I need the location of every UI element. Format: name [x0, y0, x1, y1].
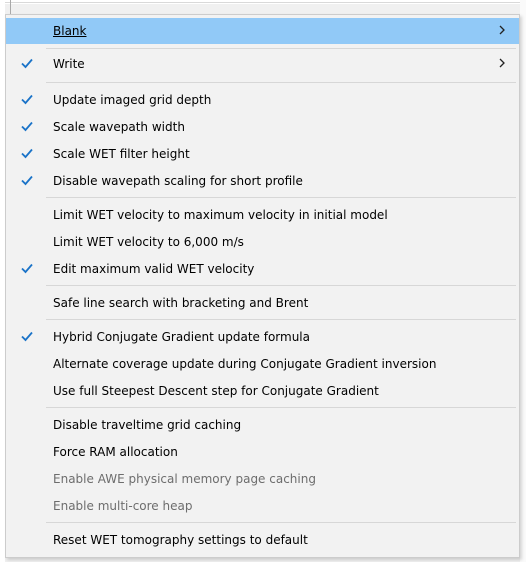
menu-item-scale-wet-filter-height[interactable]: Scale WET filter height	[6, 141, 519, 167]
menu-item-scale-wavepath-width[interactable]: Scale wavepath width	[6, 114, 519, 140]
menu-separator	[46, 285, 516, 286]
menu-item-label: Disable wavepath scaling for short profi…	[53, 174, 303, 188]
menu-item-label: Blank	[53, 24, 86, 38]
menu-item-disable-traveltime-grid-caching[interactable]: Disable traveltime grid caching	[6, 412, 519, 438]
menu-item-edit-maximum-valid-wet-velocity[interactable]: Edit maximum valid WET velocity	[6, 256, 519, 282]
menu-item-label: Force RAM allocation	[53, 445, 178, 459]
context-menu: Blank Write Update imaged grid depth Sca…	[5, 14, 520, 558]
chevron-right-icon	[499, 58, 505, 68]
menu-item-write[interactable]: Write	[6, 51, 519, 77]
menu-item-enable-awe-page-caching: Enable AWE physical memory page caching	[6, 466, 519, 492]
menu-item-force-ram-allocation[interactable]: Force RAM allocation	[6, 439, 519, 465]
menu-separator	[46, 48, 516, 49]
menu-item-label: Edit maximum valid WET velocity	[53, 262, 255, 276]
menu-item-blank[interactable]: Blank	[6, 18, 519, 44]
menu-item-limit-wet-velocity-initial-model[interactable]: Limit WET velocity to maximum velocity i…	[6, 202, 519, 228]
label-text: Blank	[53, 24, 87, 38]
menu-separator	[46, 407, 516, 408]
menu-separator	[46, 82, 516, 83]
menu-separator	[46, 522, 516, 523]
check-icon	[21, 175, 33, 186]
check-icon	[21, 58, 33, 69]
menu-item-enable-multi-core-heap: Enable multi-core heap	[6, 493, 519, 519]
menu-item-reset-wet-settings[interactable]: Reset WET tomography settings to default	[6, 527, 519, 553]
check-icon	[21, 263, 33, 274]
chevron-right-icon	[499, 25, 505, 35]
menu-item-update-imaged-grid-depth[interactable]: Update imaged grid depth	[6, 87, 519, 113]
check-icon	[21, 94, 33, 105]
menu-separator	[46, 319, 516, 320]
menu-item-limit-wet-velocity-6000[interactable]: Limit WET velocity to 6,000 m/s	[6, 229, 519, 255]
menu-item-hybrid-conjugate-gradient[interactable]: Hybrid Conjugate Gradient update formula	[6, 324, 519, 350]
menu-item-label: Disable traveltime grid caching	[53, 418, 242, 432]
background-window-right	[520, 0, 526, 562]
menu-item-label: Alternate coverage update during Conjuga…	[53, 357, 437, 371]
menu-item-label: Safe line search with bracketing and Bre…	[53, 296, 309, 310]
menu-separator	[46, 197, 516, 198]
menu-item-full-steepest-descent[interactable]: Use full Steepest Descent step for Conju…	[6, 378, 519, 404]
menu-item-safe-line-search[interactable]: Safe line search with bracketing and Bre…	[6, 290, 519, 316]
check-icon	[21, 148, 33, 159]
menu-item-label: Enable AWE physical memory page caching	[53, 472, 316, 486]
menu-item-label: Scale wavepath width	[53, 120, 185, 134]
background-divider	[0, 2, 526, 3]
menu-item-label: Reset WET tomography settings to default	[53, 533, 308, 547]
menu-item-label: Limit WET velocity to 6,000 m/s	[53, 235, 244, 249]
menu-item-label: Update imaged grid depth	[53, 93, 212, 107]
menu-item-label: Limit WET velocity to maximum velocity i…	[53, 208, 388, 222]
menu-item-label: Scale WET filter height	[53, 147, 190, 161]
menu-item-alternate-coverage-update[interactable]: Alternate coverage update during Conjuga…	[6, 351, 519, 377]
menu-item-label: Enable multi-core heap	[53, 499, 193, 513]
menu-item-label: Hybrid Conjugate Gradient update formula	[53, 330, 310, 344]
menu-item-label: Write	[53, 57, 85, 71]
check-icon	[21, 331, 33, 342]
menu-item-label: Use full Steepest Descent step for Conju…	[53, 384, 379, 398]
menu-item-disable-wavepath-scaling[interactable]: Disable wavepath scaling for short profi…	[6, 168, 519, 194]
check-icon	[21, 121, 33, 132]
